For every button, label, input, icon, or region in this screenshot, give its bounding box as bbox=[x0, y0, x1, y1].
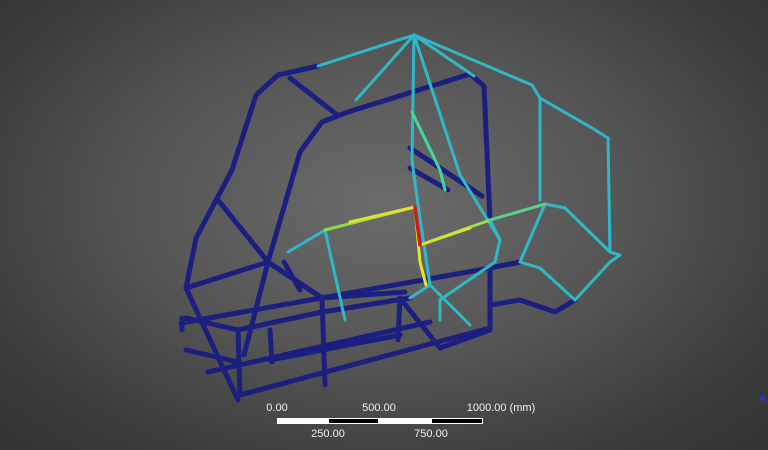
frame-tube bbox=[183, 347, 241, 365]
frame-tube bbox=[183, 285, 241, 403]
frame-tube bbox=[267, 327, 275, 365]
high-stress-members bbox=[323, 110, 547, 287]
frame-tube bbox=[488, 202, 547, 222]
frame-tube bbox=[517, 297, 578, 315]
low-stress-members bbox=[178, 63, 578, 403]
roll-cage-frame-model[interactable] bbox=[178, 33, 622, 403]
frame-tube bbox=[287, 75, 339, 117]
3d-viewport[interactable] bbox=[0, 0, 768, 450]
frame-tube bbox=[345, 71, 473, 115]
frame-tube bbox=[397, 295, 443, 351]
triad-marker-icon bbox=[760, 396, 765, 401]
frame-tube bbox=[416, 203, 472, 327]
frame-tube bbox=[418, 226, 472, 247]
frame-tube bbox=[323, 228, 347, 322]
frame-tube bbox=[530, 83, 542, 202]
frame-tube bbox=[183, 259, 271, 291]
frame-tube bbox=[275, 63, 321, 78]
frame-tube bbox=[518, 260, 577, 302]
frame-tube bbox=[286, 228, 327, 254]
frame-tube bbox=[408, 283, 432, 300]
frame-tube bbox=[348, 205, 417, 224]
frame-tube bbox=[573, 260, 612, 302]
frame-tube bbox=[487, 297, 523, 308]
frame-tube bbox=[518, 202, 547, 264]
frame-tube bbox=[606, 136, 622, 264]
frame-tube bbox=[538, 96, 610, 140]
frame-tube bbox=[543, 202, 612, 254]
frame-tube bbox=[215, 197, 271, 265]
frame-tube bbox=[395, 295, 403, 343]
